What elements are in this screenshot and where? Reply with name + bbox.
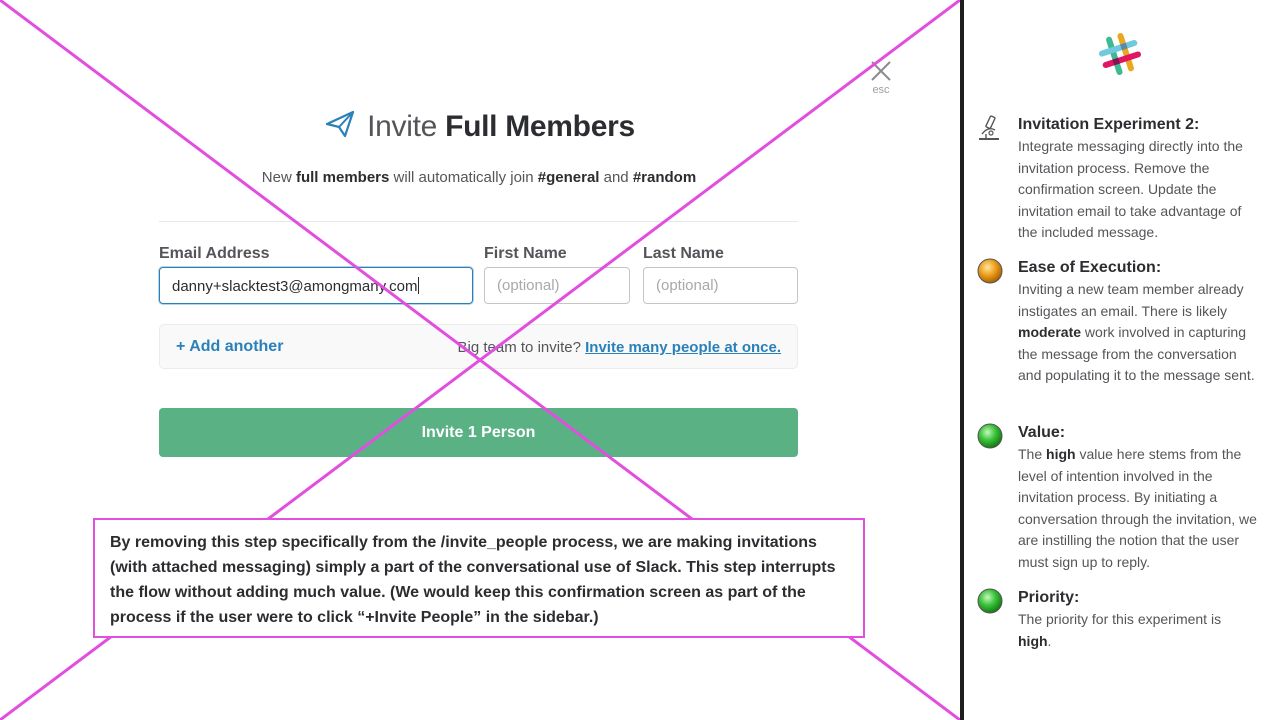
title-prefix: Invite [367,110,438,143]
experiment-section: Invitation Experiment 2: Integrate messa… [979,114,1258,244]
value-text: value here stems from the level of inten… [1018,446,1257,570]
ease-section: Ease of Execution: Inviting a new team m… [977,257,1258,387]
email-value: danny+slacktest3@amongmany.com [172,278,418,295]
ease-level: moderate [1018,324,1082,341]
invite-button[interactable]: Invite 1 Person [159,408,798,457]
subtitle-text: New [261,169,296,186]
last-name-label: Last Name [643,245,724,262]
modal-subtitle: New full members will automatically join… [0,169,958,186]
big-team-prompt: Big team to invite? Invite many people a… [458,339,781,356]
subtitle-full-members: full members [295,169,390,186]
microscope-icon [976,114,1002,147]
priority-text: The priority for this experiment is [1018,611,1222,627]
last-name-placeholder: (optional) [656,277,719,294]
subtitle-text: and [599,169,633,186]
title-bold: Full Members [445,110,635,143]
paper-plane-icon [325,110,355,146]
big-team-text: Big team to invite? [457,339,581,356]
annotation-box: By removing this step specifically from … [93,518,865,638]
status-orange-dot-icon [976,257,1004,290]
subtitle-channel-random: #random [632,169,697,186]
ease-body: Inviting a new team member already insti… [1018,279,1258,387]
add-another-row: + Add another Big team to invite? Invite… [159,324,798,369]
close-icon [871,61,891,81]
priority-text: . [1047,632,1052,649]
value-title: Value: [1018,424,1066,441]
text-caret [417,277,419,294]
first-name-placeholder: (optional) [497,277,560,294]
priority-title: Priority: [1018,589,1080,606]
modal-title: Invite Full Members [0,110,960,146]
experiment-sidebar: Invitation Experiment 2: Integrate messa… [964,0,1280,720]
value-text: The [1018,446,1047,462]
email-field[interactable]: danny+slacktest3@amongmany.com [159,267,473,304]
email-label: Email Address [159,245,270,262]
value-body: The high value here stems from the level… [1018,444,1258,574]
invite-modal: esc Invite Full Members New full members… [0,0,960,720]
status-green-dot-icon [976,587,1004,620]
experiment-title: Invitation Experiment 2: [1018,116,1200,133]
priority-body: The priority for this experiment is high… [1018,609,1258,652]
experiment-body: Integrate messaging directly into the in… [1018,138,1243,241]
last-name-field[interactable]: (optional) [643,267,798,304]
divider [159,221,798,222]
value-section: Value: The high value here stems from th… [977,422,1258,574]
priority-section: Priority: The priority for this experime… [977,587,1258,652]
add-another-link[interactable]: + Add another [176,338,283,356]
slack-logo-icon [1094,28,1146,85]
esc-hint: esc [872,84,890,96]
ease-title: Ease of Execution: [1018,259,1162,276]
status-green-dot-icon [976,422,1004,455]
subtitle-channel-general: #general [537,169,600,186]
first-name-field[interactable]: (optional) [484,267,630,304]
priority-level: high [1018,632,1048,649]
close-button[interactable]: esc [864,60,898,96]
subtitle-text: will automatically join [389,169,538,186]
annotation-text: By removing this step specifically from … [110,534,836,626]
ease-text: Inviting a new team member already insti… [1018,281,1244,319]
invite-many-link[interactable]: Invite many people at once. [585,339,781,356]
value-level: high [1046,446,1076,462]
first-name-label: First Name [484,245,567,262]
